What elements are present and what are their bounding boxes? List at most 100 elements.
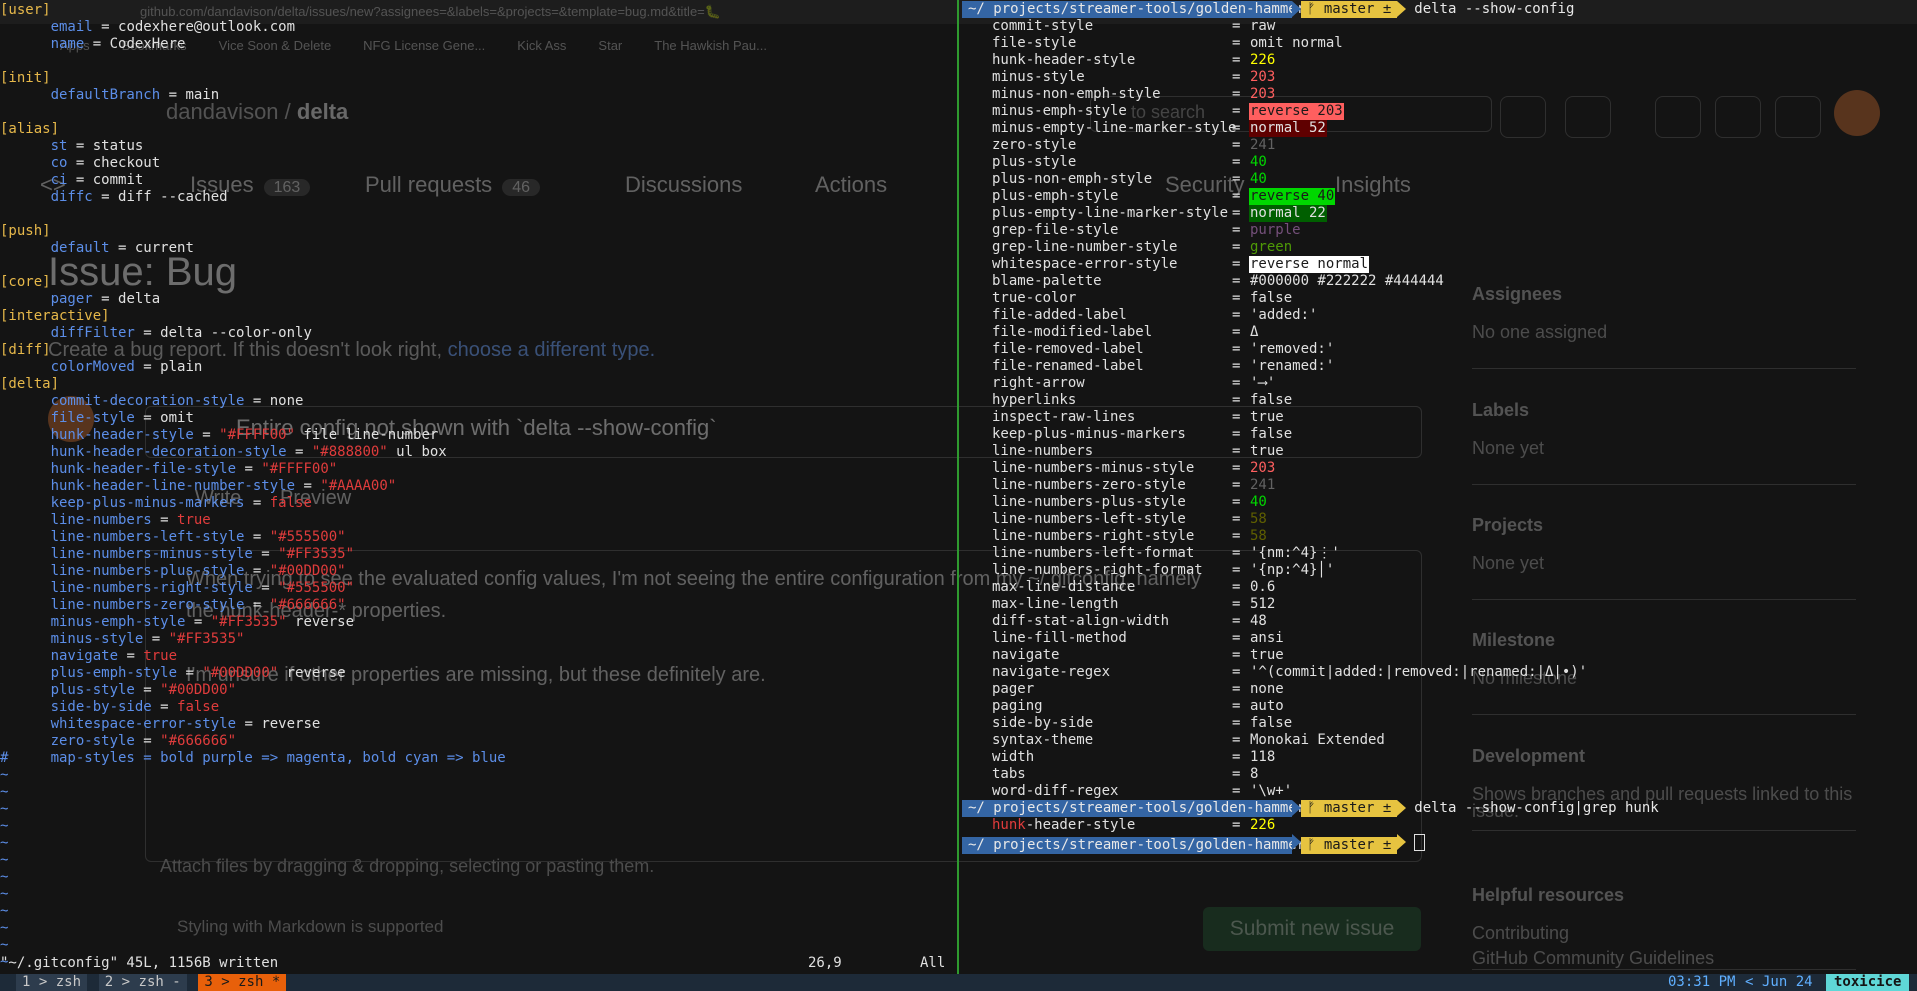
pane-divider[interactable] bbox=[957, 0, 959, 974]
vim-line: hunk-header-style = "#FFFF00" file line-… bbox=[0, 427, 439, 444]
config-equals: = bbox=[1232, 664, 1241, 680]
vim-token-key: pager bbox=[0, 291, 93, 307]
prompt-directory: ~/ projects/streamer-tools/golden-hammer bbox=[962, 800, 1305, 817]
vim-token-key: colorMoved bbox=[0, 359, 135, 375]
config-key: line-numbers-zero-style bbox=[992, 477, 1186, 493]
config-value: 'removed:' bbox=[1250, 341, 1335, 357]
vim-token-eq: = bbox=[193, 427, 220, 443]
terminal-pane[interactable]: ~/ projects/streamer-tools/golden-hammer… bbox=[962, 0, 1917, 974]
vim-token-val: reverse bbox=[286, 614, 355, 630]
vim-token-key: line-numbers-right-style bbox=[0, 580, 253, 596]
vim-token-val: current bbox=[134, 240, 194, 256]
terminal-cursor[interactable] bbox=[1414, 834, 1426, 851]
config-key: file-added-label bbox=[992, 307, 1127, 323]
tmux-window-tab[interactable]: 3 > zsh * bbox=[198, 974, 287, 991]
vim-token-key: hunk-header-style bbox=[0, 427, 194, 443]
config-equals: = bbox=[1232, 18, 1241, 34]
config-value: 241 bbox=[1250, 477, 1276, 493]
vim-token-key: line-numbers-zero-style bbox=[0, 597, 245, 613]
shell-prompt: ~/ projects/streamer-tools/golden-hammer… bbox=[962, 834, 1426, 854]
config-value: 40 bbox=[1250, 154, 1267, 170]
vim-line: plus-style = "#00DD00" bbox=[0, 682, 236, 699]
vim-token-hdr: [core] bbox=[0, 274, 51, 290]
config-value: 203 bbox=[1250, 69, 1276, 85]
powerline-separator bbox=[1397, 800, 1407, 816]
vim-line: file-style = omit bbox=[0, 410, 194, 427]
config-value: omit normal bbox=[1250, 35, 1343, 51]
config-key: line-numbers bbox=[992, 443, 1094, 459]
config-key: minus-non-emph-style bbox=[992, 86, 1161, 102]
tmux-window-tab[interactable]: 1 > zsh bbox=[16, 974, 88, 991]
config-value: purple bbox=[1250, 222, 1301, 238]
vim-line: co = checkout bbox=[0, 155, 161, 172]
config-key: minus-style bbox=[992, 69, 1085, 85]
vim-line: [diff] bbox=[0, 342, 51, 359]
config-equals: = bbox=[1232, 307, 1241, 323]
powerline-separator bbox=[1292, 834, 1301, 850]
vim-token-str: "#00DD00" bbox=[160, 682, 237, 698]
vim-token-key: whitespace-error-style bbox=[0, 716, 237, 732]
vim-token-bool: false bbox=[269, 495, 312, 511]
vim-token-str: "#FFFF00" bbox=[219, 427, 296, 443]
vim-line: [alias] bbox=[0, 121, 59, 138]
config-key: whitespace-error-style bbox=[992, 256, 1178, 272]
vim-token-key: side-by-side bbox=[0, 699, 152, 715]
config-key: width bbox=[992, 749, 1035, 765]
vim-line: [push] bbox=[0, 223, 51, 240]
config-value: 512 bbox=[1250, 596, 1276, 612]
vim-token-val: commit bbox=[92, 172, 144, 188]
vim-token-val: main bbox=[185, 87, 220, 103]
prompt-directory: ~/ projects/streamer-tools/golden-hammer bbox=[962, 837, 1305, 854]
vim-line: line-numbers-right-style = "#555500" bbox=[0, 580, 354, 597]
shell-prompt: ~/ projects/streamer-tools/golden-hammer… bbox=[962, 1, 1574, 18]
tmux-window-tab[interactable]: 2 > zsh - bbox=[98, 974, 187, 991]
vim-line: [user] bbox=[0, 2, 51, 19]
config-equals: = bbox=[1232, 511, 1241, 527]
vim-token-eq: = bbox=[295, 478, 321, 494]
vim-token-key: commit-decoration-style bbox=[0, 393, 245, 409]
vim-token-eq: = bbox=[185, 614, 211, 630]
vim-line: zero-style = "#666666" bbox=[0, 733, 236, 750]
vim-token-key: plus-emph-style bbox=[0, 665, 178, 681]
config-value: true bbox=[1250, 443, 1284, 459]
config-equals: = bbox=[1232, 154, 1241, 170]
config-equals: = bbox=[1232, 630, 1241, 646]
config-key: line-fill-method bbox=[992, 630, 1127, 646]
vim-token-str: "#AAAA00" bbox=[320, 478, 397, 494]
config-equals: = bbox=[1232, 86, 1241, 102]
vim-pane[interactable]: [user] email = codexhere@outlook.com nam… bbox=[0, 0, 958, 974]
vim-token-key: diffFilter bbox=[0, 325, 135, 341]
vim-token-key: default bbox=[0, 240, 110, 256]
vim-token-bool: true bbox=[143, 648, 178, 664]
config-key: minus-emph-style bbox=[992, 103, 1127, 119]
config-equals: = bbox=[1232, 426, 1241, 442]
vim-token-eq: = bbox=[134, 733, 161, 749]
config-value: false bbox=[1250, 290, 1293, 306]
config-equals: = bbox=[1232, 715, 1241, 731]
powerline-separator bbox=[1292, 800, 1301, 816]
config-key: grep-file-style bbox=[992, 222, 1119, 238]
config-key: diff-stat-align-width bbox=[992, 613, 1170, 629]
vim-token-eq: = bbox=[244, 597, 270, 613]
config-value: ansi bbox=[1250, 630, 1284, 646]
vim-token-eq: = bbox=[236, 716, 262, 732]
vim-token-str: "#555500" bbox=[278, 580, 355, 596]
config-equals: = bbox=[1232, 783, 1241, 799]
powerline-separator bbox=[1292, 1, 1301, 17]
config-key: navigate-regex bbox=[992, 664, 1111, 680]
shell-command: delta --show-config bbox=[1414, 1, 1575, 17]
config-equals: = bbox=[1232, 120, 1241, 136]
vim-line: hunk-header-file-style = "#FFFF00" bbox=[0, 461, 338, 478]
config-value: '{np:^4}│' bbox=[1250, 562, 1335, 578]
config-equals: = bbox=[1232, 409, 1241, 425]
vim-cursor-position: 26,9 bbox=[808, 955, 842, 971]
vim-line: default = current bbox=[0, 240, 194, 257]
config-value: 40 bbox=[1250, 494, 1267, 510]
config-value: normal 52 bbox=[1249, 120, 1327, 137]
config-value: reverse normal bbox=[1249, 256, 1370, 273]
vim-token-key: plus-style bbox=[0, 682, 135, 698]
prompt-git-branch: ᚠ master ± bbox=[1301, 800, 1398, 817]
vim-status-message: "~/.gitconfig" 45L, 1156B written bbox=[0, 955, 279, 971]
vim-empty-line-marker: ~ bbox=[0, 852, 9, 868]
vim-token-val: checkout bbox=[92, 155, 161, 171]
